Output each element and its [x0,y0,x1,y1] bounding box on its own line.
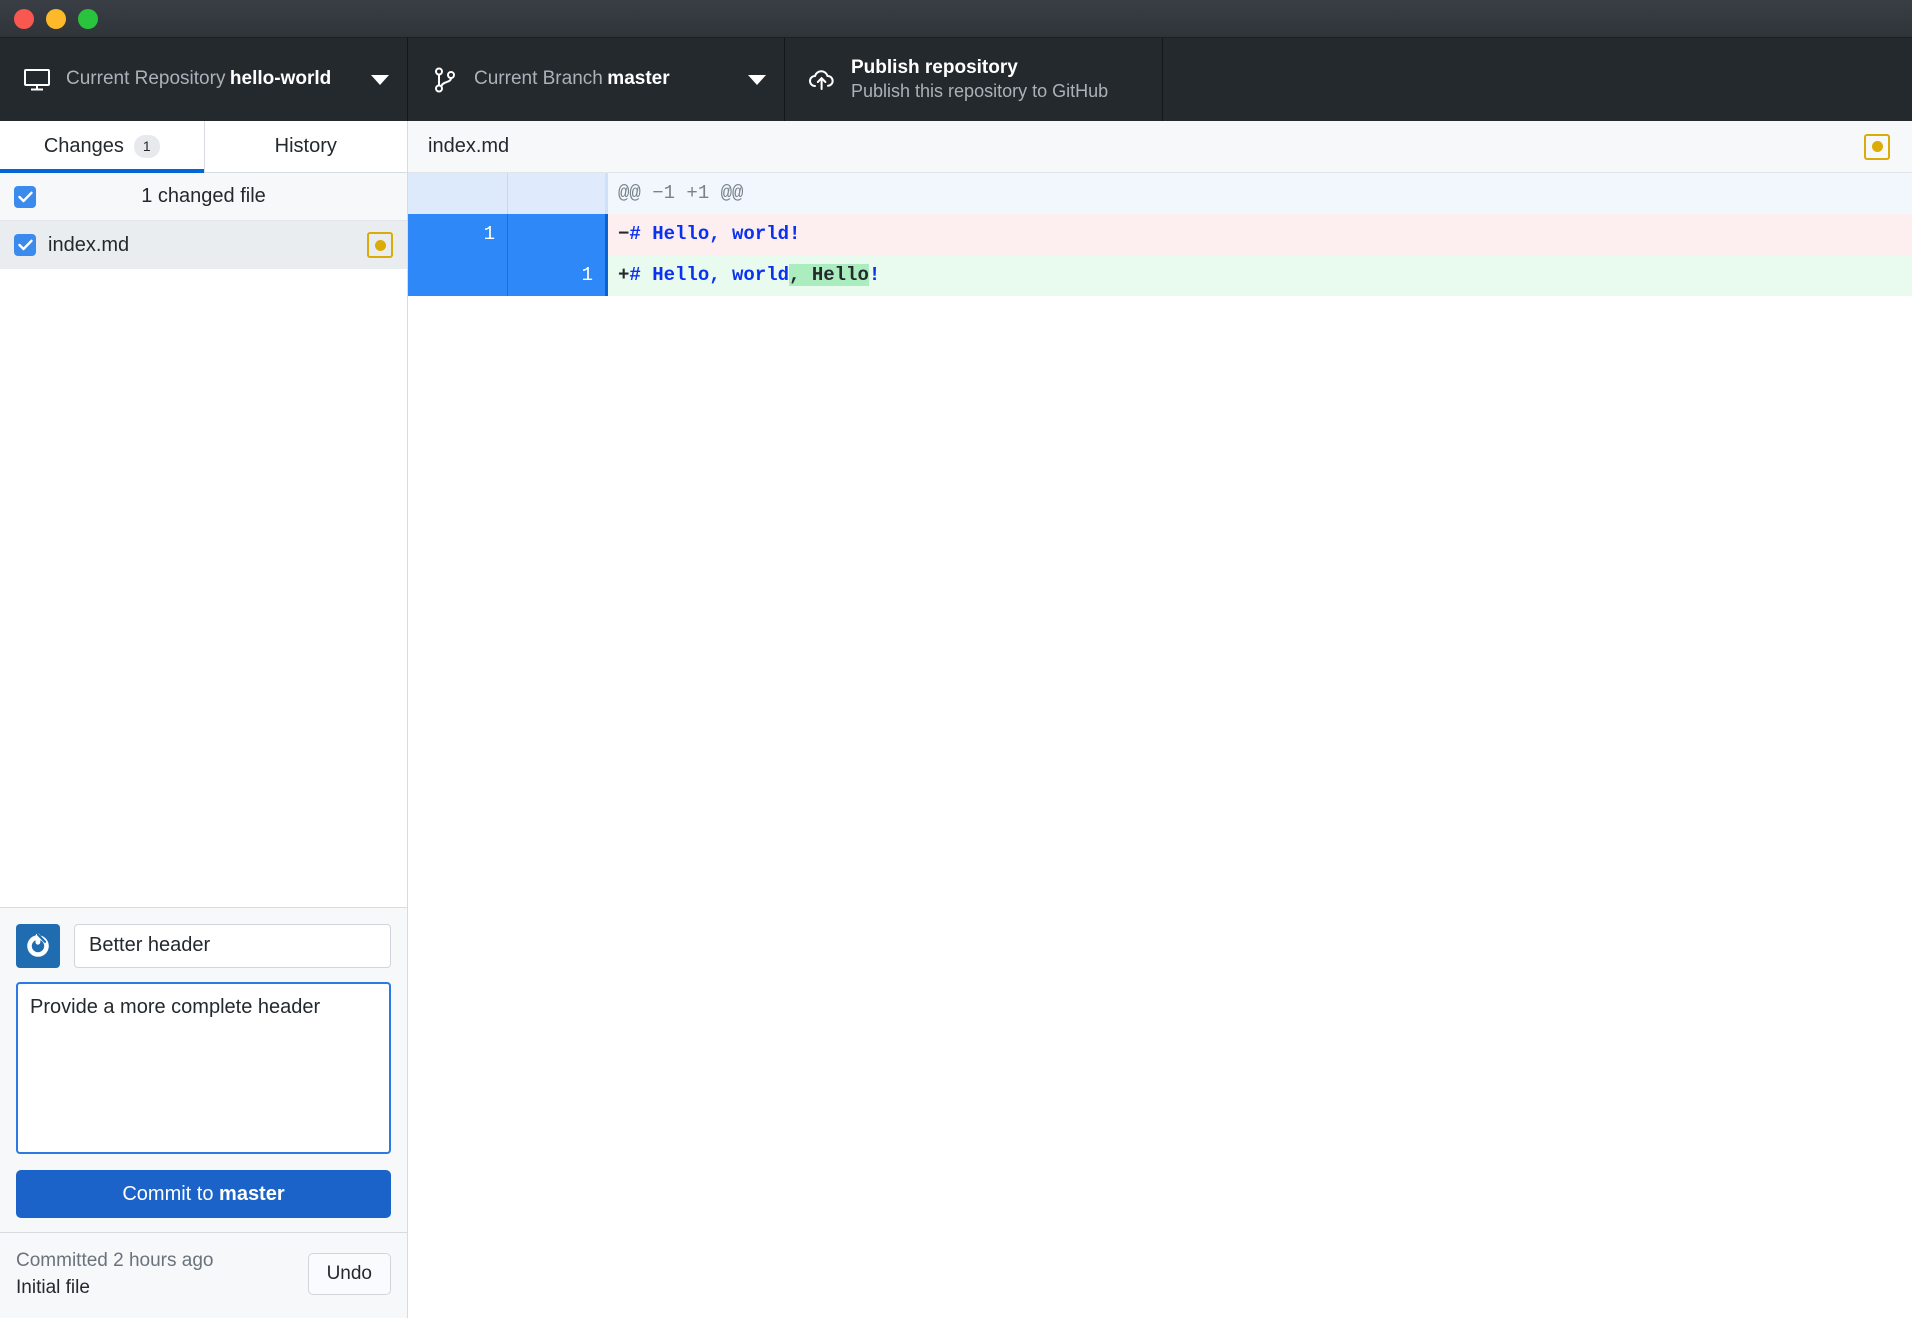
changed-files-count-label: 1 changed file [141,185,266,207]
tab-history[interactable]: History [203,121,407,172]
last-commit-message: Initial file [16,1277,90,1299]
minimize-window-button[interactable] [46,8,66,29]
commit-form: Commit to master [0,906,407,1232]
changed-file-row[interactable]: index.md [0,221,407,269]
last-commit-undo-bar: Committed 2 hours ago Initial file Undo [0,1231,407,1318]
current-repository-label: Current Repository [66,68,226,90]
desktop-monitor-icon [20,68,54,92]
hunk-new-gutter [508,173,608,214]
diff-hunk-header-row: @@ −1 +1 @@ [408,173,1912,214]
commit-summary-line [16,923,391,968]
current-repository-button[interactable]: Current Repository hello-world [0,38,408,121]
added-line-code: +# Hello, world, Hello! [608,255,1912,296]
modified-dot-icon [367,232,393,258]
added-line-sign: + [618,264,630,286]
diff-pane: index.md @@ −1 +1 @@ 1 −# Hello, world! … [408,121,1912,1318]
commit-description-input[interactable] [16,981,391,1154]
current-branch-label: Current Branch [474,68,603,90]
publish-repository-title: Publish repository [851,56,1018,78]
publish-repository-button[interactable]: Publish repository Publish this reposito… [785,38,1163,121]
commit-summary-input[interactable] [74,923,391,968]
removed-line-segment-0: # Hello, world [629,223,790,245]
zoom-window-button[interactable] [78,8,98,29]
sidebar-tabs: Changes 1 History [0,121,407,173]
removed-old-line-number: 1 [408,214,508,255]
github-desktop-window: Current Repository hello-world Current B… [0,0,1912,1318]
file-list-empty-area [0,269,407,907]
hunk-old-gutter [408,173,508,214]
chevron-down-icon [748,74,766,85]
main-body: Changes 1 History 1 changed file index.m… [0,121,1912,1318]
removed-line-code: −# Hello, world! [608,214,1912,255]
toolbar-empty-space [1163,38,1912,121]
commit-to-branch-button[interactable]: Commit to master [16,1169,391,1218]
added-line-highlight-segment: , Hello [789,264,869,286]
git-branch-icon [428,67,462,93]
publish-repository-subtitle: Publish this repository to GitHub [851,81,1109,102]
chevron-down-icon [371,74,389,85]
modified-dot-icon [1864,133,1890,160]
window-titlebar [0,0,1912,38]
last-commit-time: Committed 2 hours ago [16,1249,214,1271]
app-toolbar: Current Repository hello-world Current B… [0,38,1912,121]
github-desktop-logo-icon [16,923,60,968]
current-branch-button[interactable]: Current Branch master [408,38,785,121]
file-include-checkbox[interactable] [14,234,36,256]
diff-body: @@ −1 +1 @@ 1 −# Hello, world! 1 +# Hell… [408,173,1912,1318]
tab-changes-count: 1 [133,135,160,158]
removed-line-sign: − [618,223,630,245]
last-commit-texts: Committed 2 hours ago Initial file [16,1247,308,1302]
removed-new-line-number [508,214,608,255]
changes-sidebar: Changes 1 History 1 changed file index.m… [0,121,408,1318]
tab-changes-label: Changes [43,135,124,157]
removed-line-segment-1: ! [789,223,801,245]
current-branch-value: master [607,68,670,90]
added-old-line-number [408,255,508,296]
diff-file-name: index.md [428,135,510,157]
changed-files-summary-row: 1 changed file [0,173,407,221]
undo-commit-button[interactable]: Undo [307,1253,391,1296]
hunk-header-text: @@ −1 +1 @@ [608,173,1912,214]
commit-button-branch: master [219,1182,285,1205]
diff-header: index.md [408,121,1912,173]
diff-added-line-row[interactable]: 1 +# Hello, world, Hello! [408,255,1912,296]
traffic-light-controls [14,8,98,29]
commit-button-prefix: Commit to [122,1182,220,1205]
diff-removed-line-row[interactable]: 1 −# Hello, world! [408,214,1912,255]
close-window-button[interactable] [14,8,34,29]
tab-history-label: History [274,135,337,157]
added-line-segment-2: ! [868,264,881,286]
added-line-segment-0: # Hello, world [629,264,790,286]
tab-changes[interactable]: Changes 1 [0,121,204,173]
added-new-line-number: 1 [508,255,608,296]
current-repository-value: hello-world [229,68,332,90]
cloud-upload-icon [805,68,839,92]
file-name-label: index.md [48,233,130,256]
